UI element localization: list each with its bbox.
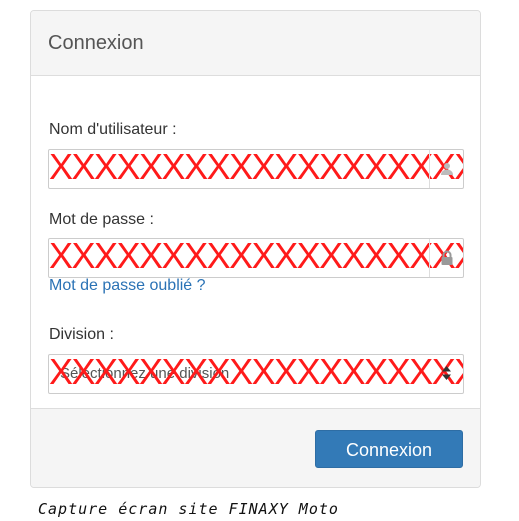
password-label: Mot de passe :: [49, 211, 154, 228]
screenshot-caption: Capture écran site FINAXY Moto: [38, 500, 339, 518]
panel-footer: Connexion: [31, 408, 480, 487]
division-select[interactable]: Sélectionnez une division XXXXXXXXXXXXXX…: [48, 354, 464, 394]
username-redaction: XXXXXXXXXXXXXXXXXXX: [49, 149, 464, 187]
division-redaction: XXXXXXXXXXXXXXXXXXX: [49, 354, 464, 392]
username-label: Nom d'utilisateur :: [49, 121, 177, 138]
sort-arrows-icon: [442, 366, 451, 380]
panel-body: Nom d'utilisateur : XXXXXXXXXXXXXXXXXXX …: [31, 76, 480, 410]
panel-title: Connexion: [48, 32, 144, 54]
password-redaction: XXXXXXXXXXXXXXXXXXX: [49, 238, 464, 276]
login-panel: Connexion Nom d'utilisateur : XXXXXXXXXX…: [30, 10, 481, 488]
username-field[interactable]: XXXXXXXXXXXXXXXXXXX: [48, 149, 464, 189]
login-button[interactable]: Connexion: [315, 430, 463, 468]
user-icon: [429, 150, 463, 188]
forgot-password-link[interactable]: Mot de passe oublié ?: [49, 277, 206, 295]
lock-icon: [429, 239, 463, 277]
password-field[interactable]: XXXXXXXXXXXXXXXXXXX: [48, 238, 464, 278]
division-label: Division :: [49, 326, 114, 343]
panel-heading: Connexion: [31, 11, 480, 76]
